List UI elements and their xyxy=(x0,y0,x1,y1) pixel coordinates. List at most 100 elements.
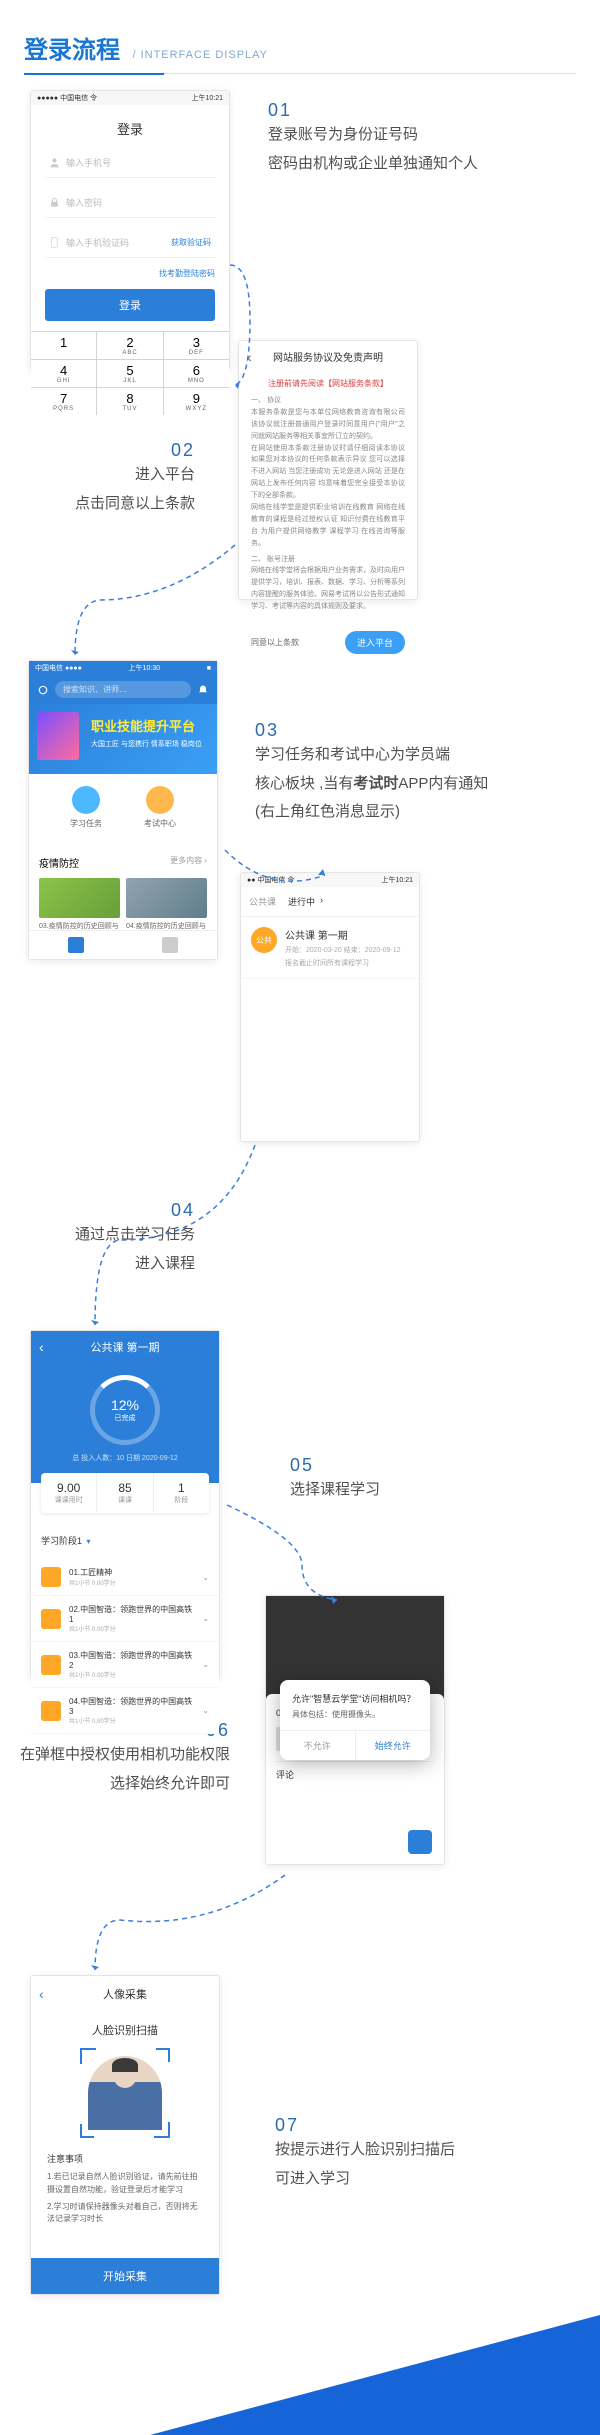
header-divider xyxy=(24,73,576,74)
face-scan-area xyxy=(80,2048,170,2138)
get-code-link[interactable]: 获取验证码 xyxy=(171,237,211,248)
key-4[interactable]: 4GHI xyxy=(31,360,96,387)
chevron-down-icon: ⌄ xyxy=(202,1660,209,1669)
note-text: 1.若已记录自然人脸识别验证，请先前往拍摄设置自然功能，验证登录后才能学习 xyxy=(47,2171,203,2197)
step-text: 选择始终允许即可 xyxy=(20,1770,230,1799)
dialog-subtitle: 具体包括：使用摄像头。 xyxy=(280,1709,430,1730)
phone-home: 中国电信 ●●●●上午10:30■ 搜索知识、讲师… 职业技能提升平台 大国工匠… xyxy=(28,660,218,960)
stat-hours: 9.00课课用时 xyxy=(41,1473,97,1513)
edit-icon[interactable] xyxy=(408,1830,432,1854)
section-title: 疫情防控 xyxy=(39,855,79,870)
bell-icon[interactable] xyxy=(197,684,209,696)
phone-agreement: 网站服务协议及免责声明 注册前请先阅读【网站服务条款】 一、 协议 本服务条款是… xyxy=(238,340,418,600)
avatar-placeholder xyxy=(88,2056,162,2130)
tab-ongoing[interactable]: 进行中 xyxy=(288,895,315,908)
step-number: 04 xyxy=(75,1200,195,1221)
page-title: 登录流程 xyxy=(24,30,120,65)
key-8[interactable]: 8TUV xyxy=(97,388,162,415)
page-subtitle: / INTERFACE DISPLAY xyxy=(132,49,268,61)
chevron-down-icon: ⌄ xyxy=(202,1614,209,1623)
stat-lessons: 85课课 xyxy=(97,1473,153,1513)
exam-center-icon[interactable]: 考试中心 xyxy=(144,786,176,829)
key-2[interactable]: 2ABC xyxy=(97,332,162,359)
lesson-item[interactable]: 03.中国智造：领跑世界的中国高铁2共1小节 0.00学分⌄ xyxy=(31,1642,219,1688)
step-number: 01 xyxy=(268,100,478,121)
key-7[interactable]: 7PQRS xyxy=(31,388,96,415)
step-text: 登录账号为身份证号码 xyxy=(268,121,478,150)
lesson-item[interactable]: 01.工匠精神共1小节 0.00学分⌄ xyxy=(31,1559,219,1596)
login-title: 登录 xyxy=(31,105,229,148)
course-meta: 总 投入人数：10 日期 2020-09-12 xyxy=(31,1453,219,1463)
permission-dialog: 允许"智慧云学堂"访问相机吗？ 具体包括：使用摄像头。 不允许 始终允许 xyxy=(280,1680,430,1760)
key-1[interactable]: 1 xyxy=(31,332,96,359)
more-link[interactable]: 更多内容 › xyxy=(170,855,207,870)
agreement-warning: 注册前请先阅读【网站服务条款】 xyxy=(239,378,417,389)
key-6[interactable]: 6MNO xyxy=(164,360,229,387)
tab-profile[interactable] xyxy=(123,937,217,953)
course-header: 公共课 第一期 xyxy=(31,1331,219,1363)
status-bar: 中国电信 ●●●●上午10:30■ xyxy=(29,661,217,675)
agreement-title: 网站服务协议及免责声明 xyxy=(239,341,417,372)
progress-ring: 12% 已完成 xyxy=(90,1375,160,1445)
face-header: 人像采集 xyxy=(31,1976,219,2012)
task-note: 报名截止时间所有课程学习 xyxy=(285,958,401,968)
agreement-body: 一、 协议 本服务条款是您与本单位网络教育咨询有限公司 该协议就注册普通用户登录… xyxy=(239,395,417,613)
key-5[interactable]: 5JKL xyxy=(97,360,162,387)
step-text: 核心板块 ,当有考试时APP内有通知 xyxy=(255,770,488,799)
username-field[interactable]: 输入手机号 xyxy=(45,148,215,178)
face-title: 人脸识别扫描 xyxy=(31,2022,219,2038)
notes-title: 注意事项 xyxy=(47,2152,203,2165)
status-bar: ●● 中国电信 令上午10:21 xyxy=(241,873,419,887)
find-password-link[interactable]: 找考勤登陆密码 xyxy=(45,268,215,279)
tab-home[interactable] xyxy=(29,937,123,953)
search-input[interactable]: 搜索知识、讲师… xyxy=(55,681,191,698)
step-number: 07 xyxy=(275,2115,455,2136)
password-field[interactable]: 输入密码 xyxy=(45,188,215,218)
banner-subtitle: 大国工匠 与您携行 情系职场 稳岗位 xyxy=(91,739,205,749)
step-text: 点击同意以上条款 xyxy=(75,490,195,519)
step-text: (右上角红色消息显示) xyxy=(255,798,488,827)
comment-section[interactable]: 评论 xyxy=(276,1761,434,1787)
step-number: 05 xyxy=(290,1455,380,1476)
home-banner[interactable]: 职业技能提升平台 大国工匠 与您携行 情系职场 稳岗位 xyxy=(29,704,217,774)
numeric-keypad: 1 2ABC 3DEF 4GHI 5JKL 6MNO 7PQRS 8TUV 9W… xyxy=(31,331,229,415)
tab-public[interactable]: 公共课 xyxy=(249,895,276,908)
enter-platform-button[interactable]: 进入平台 xyxy=(345,631,405,654)
key-3[interactable]: 3DEF xyxy=(164,332,229,359)
note-text: 2.学习时请保持器像头对着自己，否则将无法记录学习时长 xyxy=(47,2201,203,2227)
step-number: 02 xyxy=(75,440,195,461)
doc-icon xyxy=(41,1567,61,1587)
step-text: 通过点击学习任务 xyxy=(75,1221,195,1250)
decorative-triangle xyxy=(150,2315,600,2435)
study-task-icon[interactable]: 学习任务 xyxy=(70,786,102,829)
step-text: 进入平台 xyxy=(75,461,195,490)
task-item[interactable]: 公共 公共课 第一期 开始：2020-03-20 结束：2020-09-12 报… xyxy=(241,917,419,979)
lesson-item[interactable]: 02.中国智造：领跑世界的中国高铁1共1小节 0.00学分⌄ xyxy=(31,1596,219,1642)
phone-course: 公共课 第一期 12% 已完成 总 投入人数：10 日期 2020-09-12 … xyxy=(30,1330,220,1680)
key-9[interactable]: 9WXYZ xyxy=(164,388,229,415)
stage-title: 学习阶段1 xyxy=(41,1536,82,1546)
start-scan-button[interactable]: 开始采集 xyxy=(31,2258,219,2294)
lesson-item[interactable]: 04.中国智造：领跑世界的中国高铁3共1小节 0.00学分⌄ xyxy=(31,1688,219,1734)
dialog-title: 允许"智慧云学堂"访问相机吗？ xyxy=(280,1680,430,1709)
step-text: 选择课程学习 xyxy=(290,1476,380,1505)
task-title: 公共课 第一期 xyxy=(285,927,401,942)
login-button[interactable]: 登录 xyxy=(45,289,215,321)
banner-image xyxy=(37,712,79,760)
deny-button[interactable]: 不允许 xyxy=(280,1731,355,1760)
phone-tasks: ●● 中国电信 令上午10:21 公共课 进行中 公共 公共课 第一期 开始：2… xyxy=(240,872,420,1142)
doc-icon xyxy=(41,1609,61,1629)
refresh-icon[interactable] xyxy=(37,684,49,696)
step-text: 在弹框中授权使用相机功能权限 xyxy=(20,1741,230,1770)
status-bar: ●●●●● 中国电信 令上午10:21 xyxy=(31,91,229,105)
agree-checkbox[interactable]: 同意以上条款 xyxy=(251,637,299,648)
code-field[interactable]: 输入手机验证码获取验证码 xyxy=(45,228,215,258)
allow-button[interactable]: 始终允许 xyxy=(355,1731,431,1760)
banner-title: 职业技能提升平台 xyxy=(91,716,205,735)
search-bar: 搜索知识、讲师… xyxy=(29,675,217,704)
step-number: 03 xyxy=(255,720,488,741)
step-text: 可进入学习 xyxy=(275,2165,455,2194)
phone-face-scan: 人像采集 人脸识别扫描 注意事项 1.若已记录自然人脸识别验证，请先前往拍摄设置… xyxy=(30,1975,220,2295)
bottom-tabbar xyxy=(29,930,217,959)
chevron-down-icon: ⌄ xyxy=(202,1573,209,1582)
